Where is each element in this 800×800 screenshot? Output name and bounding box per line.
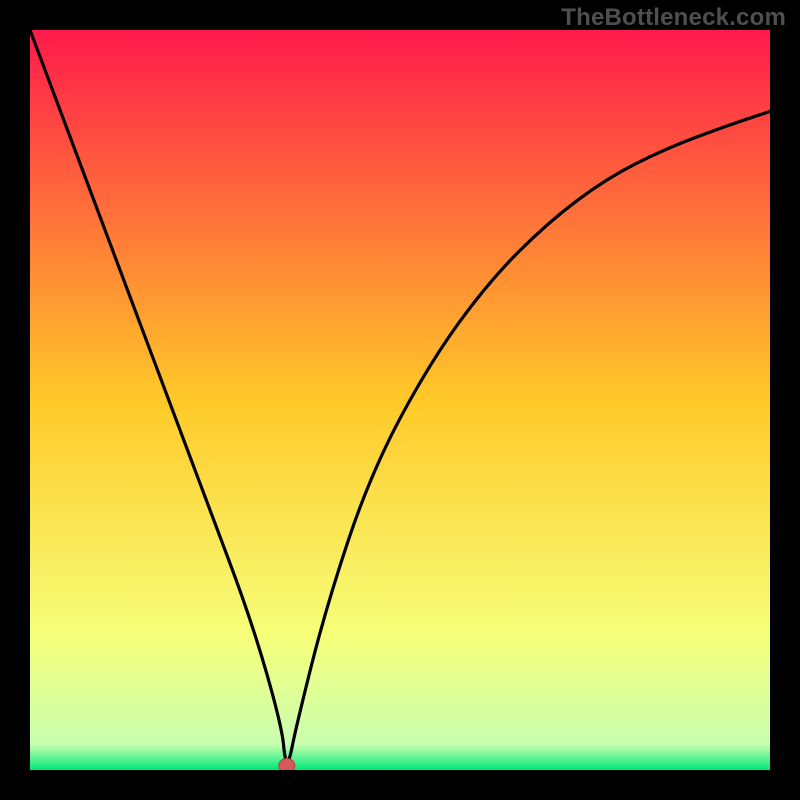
watermark-text: TheBottleneck.com [561,4,786,32]
bottleneck-chart [30,30,770,770]
chart-frame: TheBottleneck.com [0,0,800,800]
optimum-marker [279,759,295,770]
plot-area [30,30,770,770]
